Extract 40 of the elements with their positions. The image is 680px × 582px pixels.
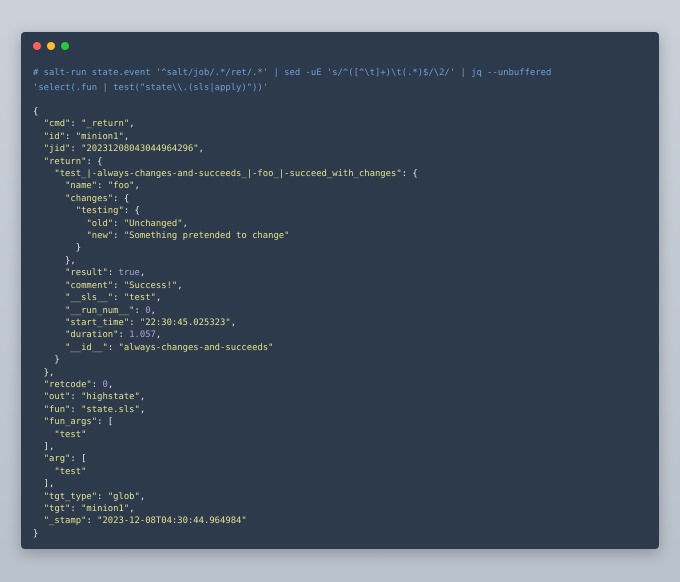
code-line: ],: [42, 440, 54, 454]
code-line: {: [33, 106, 38, 118]
code-line: "duration": 1.057,: [64, 329, 162, 342]
code-line: "arg": [: [42, 453, 86, 466]
code-line: "retcode": 0,: [42, 378, 114, 392]
code-line: "fun": "state.sls",: [42, 404, 146, 416]
window-minimize-button[interactable]: [47, 42, 55, 50]
code-line: "__sls__": "test",: [64, 292, 162, 304]
code-line: "_stamp": "2023-12-08T04:30:44.964984": [42, 515, 247, 528]
window-close-button[interactable]: [33, 42, 41, 50]
code-line: "cmd": "_return",: [42, 118, 135, 131]
code-line: "jid": "20231208043044964296",: [42, 143, 204, 156]
code-line: },: [64, 254, 76, 268]
code-line: }: [74, 242, 82, 255]
code-line: "fun_args": [: [42, 416, 114, 429]
code-line: "return": {: [42, 156, 102, 168]
window-zoom-button[interactable]: [61, 42, 69, 50]
code-line: "new": "Something pretended to change": [85, 230, 290, 242]
code-line: "out": "highstate",: [42, 391, 146, 404]
code-line: }: [33, 528, 38, 540]
code-line: "id": "minion1",: [42, 130, 130, 144]
code-line: "__run_num__": 0,: [64, 304, 156, 317]
code-line: "tgt": "minion1",: [42, 503, 135, 516]
code-line: "test": [53, 466, 86, 478]
code-line: "tgt_type": "glob",: [42, 490, 146, 503]
code-line: "result": true,: [64, 267, 146, 280]
code-line: "old": "Unchanged",: [85, 218, 188, 230]
code-line: },: [42, 366, 54, 379]
code-line: }: [53, 354, 60, 367]
code-line: "changes": {: [64, 192, 130, 206]
code-line: "__id__": "always-changes-and-succeeds": [64, 342, 274, 354]
code-line: "name": "foo",: [64, 180, 140, 193]
code-line: "comment": "Success!",: [64, 280, 183, 292]
code-line: "start_time": "22:30:45.025323",: [64, 316, 236, 330]
code-line: "test": [53, 428, 86, 441]
code-line: "testing": {: [74, 205, 140, 218]
code-line: "test_|-always-changes-and-succeeds_|-foo_|-succeed_with_changes": {: [53, 168, 418, 180]
code-line: ],: [42, 478, 54, 491]
command-line: # salt-run state.event '^salt/job/.*/ret/.*' | sed -uE 's/^([^\t]+)\t(.*)$/\2/' | jq --unbuffered: [33, 67, 552, 80]
command-line: 'select(.fun | test("state\\.(sls|apply)"))': [33, 82, 268, 95]
